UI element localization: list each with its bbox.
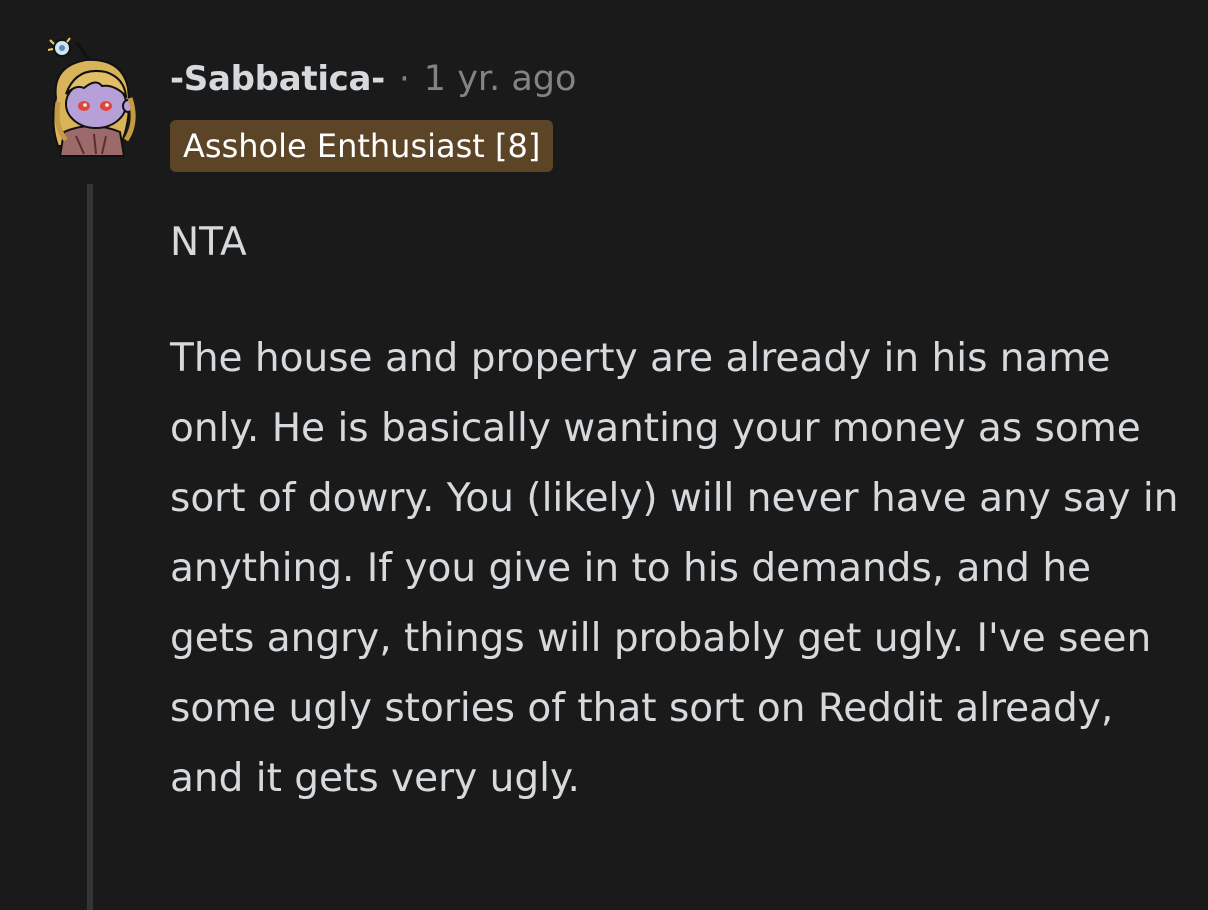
comment: -Sabbatica- · 1 yr. ago Asshole Enthusia…	[0, 0, 1208, 910]
comment-paragraph: The house and property are already in hi…	[170, 336, 1179, 801]
snoo-avatar-icon	[47, 37, 136, 157]
user-flair-badge: Asshole Enthusiast [8]	[170, 120, 554, 172]
meta-separator: ·	[398, 59, 410, 99]
thread-collapse-line[interactable]	[87, 184, 93, 910]
author-link[interactable]: -Sabbatica-	[170, 59, 385, 99]
comment-body: NTA The house and property are already i…	[170, 208, 1180, 814]
comment-paragraph: NTA	[170, 220, 247, 265]
comment-meta: -Sabbatica- · 1 yr. ago	[170, 56, 576, 102]
user-avatar[interactable]	[36, 36, 146, 160]
timestamp-link[interactable]: 1 yr. ago	[424, 59, 577, 99]
